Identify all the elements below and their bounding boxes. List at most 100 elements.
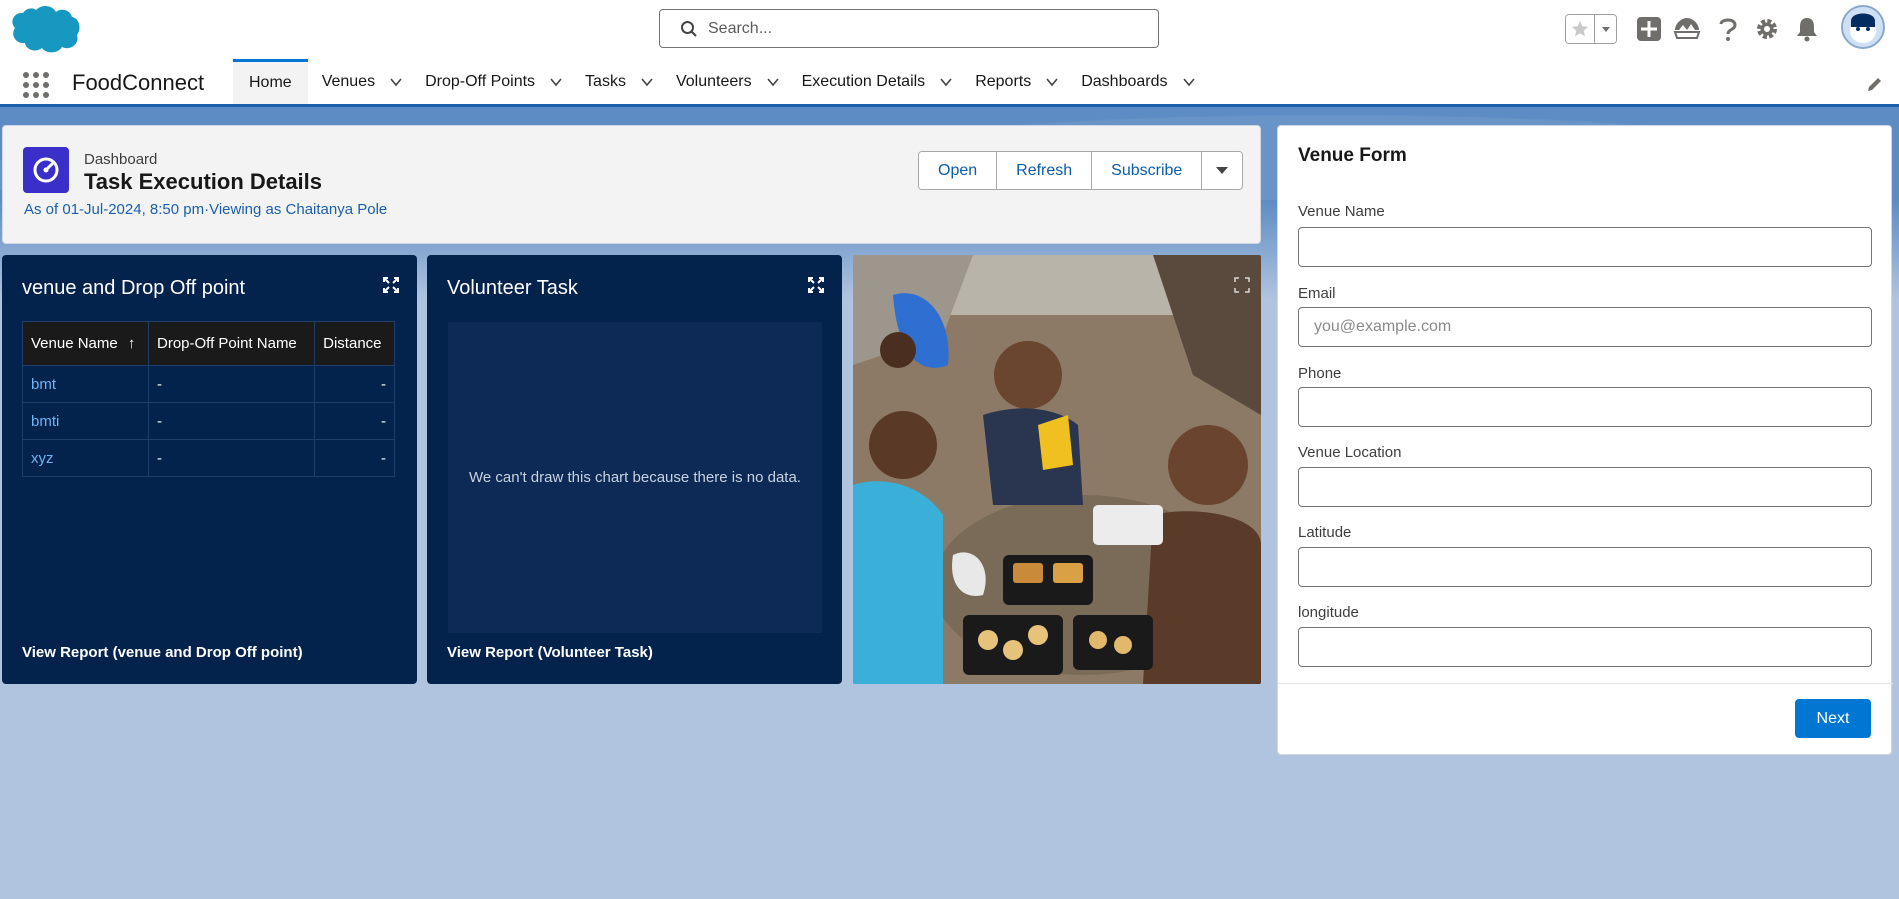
expand-icon[interactable]	[1233, 276, 1251, 294]
tab-label: Home	[249, 74, 292, 91]
app-navigation-bar: FoodConnect Home Venues Drop-Off Points …	[0, 59, 1899, 107]
table-header-row: Venue Name ↑ Drop-Off Point Name Distanc…	[22, 321, 395, 366]
dashboard-meta: As of 01-Jul-2024, 8:50 pm·Viewing as Ch…	[24, 201, 388, 218]
tab-venues[interactable]: Venues	[308, 59, 425, 104]
venue-location-field[interactable]	[1298, 467, 1872, 507]
table-cell: -	[314, 439, 395, 477]
table-row: bmti - -	[22, 402, 395, 440]
empty-state-message: We can't draw this chart because there i…	[469, 469, 801, 486]
open-button[interactable]: Open	[919, 152, 998, 189]
gauge-icon	[33, 157, 59, 183]
children-eating-photo	[853, 255, 1261, 684]
search-input[interactable]	[708, 19, 1128, 38]
table-row: bmt - -	[22, 365, 395, 403]
expand-icon[interactable]	[807, 276, 825, 294]
refresh-button[interactable]: Refresh	[997, 152, 1093, 189]
view-report-link[interactable]: View Report (Volunteer Task)	[447, 644, 653, 661]
search-icon	[681, 20, 697, 37]
dashboard-kicker: Dashboard	[84, 151, 158, 168]
edit-nav-pencil-icon[interactable]	[1866, 75, 1884, 93]
venue-name-field[interactable]	[1298, 227, 1872, 267]
next-button[interactable]: Next	[1795, 699, 1871, 738]
tab-label: Tasks	[585, 72, 626, 90]
subscribe-button[interactable]: Subscribe	[1092, 152, 1203, 189]
setup-button[interactable]	[1752, 14, 1782, 44]
dashboard-icon	[23, 147, 69, 193]
chevron-down-icon	[1601, 27, 1610, 32]
tab-dashboards[interactable]: Dashboards	[1081, 59, 1217, 104]
column-header-venue-name[interactable]: Venue Name ↑	[22, 321, 149, 366]
form-title: Venue Form	[1298, 145, 1407, 166]
venue-link[interactable]: xyz	[22, 439, 149, 477]
tab-label: Volunteers	[675, 72, 752, 90]
image-widget	[853, 255, 1261, 684]
expand-icon[interactable]	[382, 276, 400, 294]
table-row: xyz - -	[22, 439, 395, 477]
global-header	[0, 0, 1899, 59]
chevron-down-icon[interactable]	[549, 75, 563, 89]
help-button[interactable]	[1713, 14, 1743, 44]
app-launcher-icon[interactable]	[22, 71, 50, 99]
nav-tabs: Home Venues Drop-Off Points Tasks Volunt…	[233, 59, 1218, 104]
field-label-venue-name: Venue Name	[1298, 203, 1385, 220]
widget-volunteer-task: Volunteer Task We can't draw this chart …	[427, 255, 842, 684]
avatar[interactable]	[1841, 5, 1885, 49]
column-header-label: Venue Name	[31, 335, 118, 352]
widget-title: venue and Drop Off point	[22, 277, 246, 299]
table-cell: -	[147, 402, 316, 440]
chevron-down-icon[interactable]	[640, 75, 654, 89]
field-label-longitude: longitude	[1298, 604, 1359, 621]
table-cell: -	[314, 365, 395, 403]
trailhead-icon	[1673, 18, 1701, 39]
column-header-distance[interactable]: Distance	[314, 321, 395, 366]
field-label-latitude: Latitude	[1298, 524, 1352, 541]
latitude-field[interactable]	[1298, 547, 1872, 587]
tab-label: Reports	[975, 72, 1032, 90]
salesforce-cloud-logo[interactable]	[6, 4, 80, 54]
chevron-down-icon[interactable]	[766, 75, 780, 89]
tab-execution-details[interactable]: Execution Details	[802, 59, 976, 104]
bell-icon	[1797, 18, 1817, 42]
venue-link[interactable]: bmti	[22, 402, 149, 440]
astro-avatar-icon	[1843, 7, 1883, 47]
tab-label: Venues	[321, 72, 376, 90]
chevron-down-icon[interactable]	[1182, 75, 1196, 89]
app-name: FoodConnect	[72, 70, 205, 95]
tab-home[interactable]: Home	[233, 59, 308, 104]
tab-tasks[interactable]: Tasks	[585, 59, 676, 104]
table-cell: -	[314, 402, 395, 440]
star-icon	[1572, 20, 1589, 37]
page-title: Task Execution Details	[84, 169, 323, 194]
global-actions-button[interactable]	[1634, 14, 1664, 44]
tab-label: Drop-Off Points	[425, 72, 536, 90]
favorite-star-button[interactable]	[1566, 15, 1596, 43]
notifications-button[interactable]	[1792, 14, 1822, 44]
global-search[interactable]	[659, 9, 1159, 48]
favorites-menu-button[interactable]	[1595, 15, 1616, 43]
form-divider	[1278, 683, 1893, 684]
help-icon	[1719, 18, 1737, 41]
field-label-venue-location: Venue Location	[1298, 444, 1402, 461]
chevron-down-icon[interactable]	[389, 75, 403, 89]
gear-icon	[1757, 19, 1777, 39]
chevron-down-icon[interactable]	[1045, 75, 1059, 89]
more-actions-button[interactable]	[1202, 152, 1243, 189]
table-cell: -	[147, 365, 316, 403]
favorites-group	[1565, 14, 1617, 44]
phone-field[interactable]	[1298, 387, 1872, 427]
tab-volunteers[interactable]: Volunteers	[676, 59, 802, 104]
dashboard-header: Dashboard Task Execution Details As of 0…	[2, 125, 1261, 244]
dashboard-actions: Open Refresh Subscribe	[918, 151, 1244, 190]
column-header-drop-off-point[interactable]: Drop-Off Point Name	[147, 321, 316, 366]
tab-drop-off-points[interactable]: Drop-Off Points	[425, 59, 585, 104]
tab-reports[interactable]: Reports	[975, 59, 1081, 104]
tab-label: Execution Details	[801, 72, 926, 90]
field-label-email: Email	[1298, 285, 1336, 302]
trailhead-button[interactable]	[1672, 14, 1702, 44]
email-field[interactable]	[1298, 307, 1872, 347]
longitude-field[interactable]	[1298, 627, 1872, 667]
view-report-link[interactable]: View Report (venue and Drop Off point)	[22, 644, 303, 661]
venue-link[interactable]: bmt	[22, 365, 149, 403]
venue-report-table: Venue Name ↑ Drop-Off Point Name Distanc…	[22, 321, 395, 477]
chevron-down-icon[interactable]	[939, 75, 953, 89]
